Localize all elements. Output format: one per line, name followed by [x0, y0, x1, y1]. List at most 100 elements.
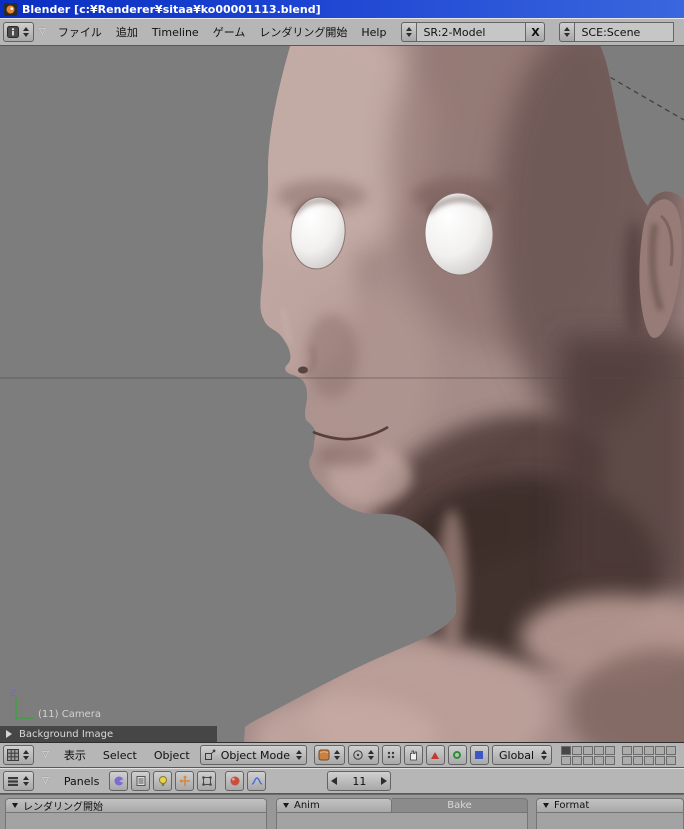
mode-stepper-icon: [295, 750, 303, 760]
layer-buttons-group-1[interactable]: [561, 745, 616, 765]
format-panel: Format: [536, 798, 684, 829]
viewport-header-collapse-icon[interactable]: ▽: [37, 750, 54, 760]
panel-expand-icon: [6, 730, 12, 738]
layer-toggle[interactable]: [594, 745, 605, 755]
manipulator-toggle-button[interactable]: [403, 745, 423, 765]
view-name-label: (11) Camera: [38, 709, 101, 720]
anim-panel-tabs: Anim Bake: [276, 798, 528, 813]
logic-icon: [114, 776, 125, 786]
buttons-editor-stepper: [22, 776, 30, 786]
layer-toggle[interactable]: [561, 745, 572, 755]
object-mode-icon: [204, 749, 216, 760]
rotate-manipulator-button[interactable]: [447, 745, 467, 765]
solid-draw-type-icon: [318, 749, 330, 761]
render-panel-body: [5, 813, 267, 829]
layer-toggle[interactable]: [594, 755, 605, 765]
editing-context-button[interactable]: [197, 771, 217, 791]
curve-icon: [251, 777, 263, 785]
draw-type-dropdown[interactable]: [313, 745, 345, 765]
material-context-button[interactable]: [225, 771, 245, 791]
bake-tab[interactable]: Bake: [392, 798, 528, 813]
scene-selector: SCE:Scene: [559, 22, 675, 42]
layer-toggle[interactable]: [633, 745, 644, 755]
scene-browse-button[interactable]: [559, 22, 575, 42]
anim-panel: Anim Bake: [276, 798, 528, 829]
buttons-window-header: ▽ Panels 11: [0, 768, 684, 794]
layer-toggle[interactable]: [572, 745, 583, 755]
layer-toggle[interactable]: [666, 755, 677, 765]
scale-icon: [475, 751, 484, 759]
logic-context-button[interactable]: [109, 771, 129, 791]
object-context-button[interactable]: [175, 771, 195, 791]
layer-toggle[interactable]: [644, 745, 655, 755]
header-collapse-icon[interactable]: ▽: [34, 27, 51, 37]
menu-render[interactable]: レンダリング開始: [252, 24, 354, 40]
3d-view-editor-icon: [7, 749, 19, 761]
pivot-dropdown[interactable]: [347, 745, 379, 765]
editing-icon: [202, 776, 212, 786]
layer-toggle[interactable]: [605, 745, 616, 755]
layer-toggle[interactable]: [655, 745, 666, 755]
layer-toggle[interactable]: [583, 745, 594, 755]
layer-buttons-group-2[interactable]: [622, 745, 677, 765]
layer-toggle[interactable]: [572, 755, 583, 765]
pivot-stepper-icon: [367, 750, 375, 760]
layer-toggle[interactable]: [561, 755, 572, 765]
layer-toggle[interactable]: [633, 755, 644, 765]
orientation-label: Global: [498, 748, 535, 762]
screen-name-field[interactable]: SR:2-Model: [416, 22, 527, 42]
layer-toggle[interactable]: [605, 755, 616, 765]
menu-timeline[interactable]: Timeline: [145, 26, 206, 39]
layer-toggle[interactable]: [655, 755, 666, 765]
panels-menu[interactable]: Panels: [57, 775, 106, 788]
translate-manipulator-button[interactable]: [425, 745, 445, 765]
editor-type-button[interactable]: [3, 22, 34, 42]
window-titlebar[interactable]: Blender [c:¥Renderer¥sitaa¥ko00001113.bl…: [0, 0, 684, 18]
menu-add[interactable]: 追加: [109, 24, 145, 40]
scale-manipulator-button[interactable]: [469, 745, 489, 765]
frame-number-value: 11: [352, 774, 367, 788]
render-panel-header[interactable]: レンダリング開始: [5, 798, 267, 813]
buttons-header-collapse-icon[interactable]: ▽: [37, 776, 54, 786]
curves-context-button[interactable]: [247, 771, 267, 791]
layer-toggle[interactable]: [644, 755, 655, 765]
format-panel-title: Format: [554, 800, 590, 811]
buttons-editor-type-button[interactable]: [3, 771, 34, 791]
anim-panel-header[interactable]: Anim: [276, 798, 392, 813]
frame-prev-icon[interactable]: [331, 777, 338, 785]
format-panel-header[interactable]: Format: [536, 798, 684, 813]
menu-help[interactable]: Help: [354, 26, 393, 39]
dots-icon: [388, 751, 395, 759]
object-icon: [179, 775, 190, 786]
manipulator-combo-button[interactable]: [381, 745, 401, 765]
layer-toggle[interactable]: [666, 745, 677, 755]
background-image-panel-header[interactable]: Background Image: [0, 726, 217, 742]
viewport-3d[interactable]: Z (11) Camera Background Image: [0, 46, 684, 742]
script-context-button[interactable]: [131, 771, 151, 791]
scene-name-field[interactable]: SCE:Scene: [574, 22, 675, 42]
layer-toggle[interactable]: [622, 755, 633, 765]
frame-next-icon[interactable]: [381, 777, 388, 785]
screen-browse-button[interactable]: [401, 22, 417, 42]
layer-toggle[interactable]: [583, 755, 594, 765]
panel-collapse-icon: [283, 803, 289, 808]
menu-view[interactable]: 表示: [57, 747, 93, 763]
buttons-window-icon: [8, 777, 18, 786]
mode-dropdown[interactable]: Object Mode: [199, 745, 307, 765]
menu-file[interactable]: ファイル: [51, 24, 109, 40]
orientation-dropdown[interactable]: Global: [491, 745, 553, 765]
lamp-icon: [158, 776, 167, 786]
pivot-icon: [353, 750, 363, 760]
screen-delete-button[interactable]: X: [526, 22, 546, 42]
menu-game[interactable]: ゲーム: [206, 24, 253, 40]
format-panel-body: [536, 813, 684, 829]
shading-context-button[interactable]: [153, 771, 173, 791]
frame-number-field[interactable]: 11: [327, 771, 392, 791]
window-title: Blender [c:¥Renderer¥sitaa¥ko00001113.bl…: [22, 2, 321, 16]
layer-toggle[interactable]: [622, 745, 633, 755]
info-editor-icon: [7, 26, 19, 38]
menu-select[interactable]: Select: [96, 749, 144, 762]
viewport-editor-type-button[interactable]: [3, 745, 34, 765]
menu-object[interactable]: Object: [147, 749, 197, 762]
main-menubar: ▽ ファイル 追加 Timeline ゲーム レンダリング開始 Help SR:…: [0, 18, 684, 46]
